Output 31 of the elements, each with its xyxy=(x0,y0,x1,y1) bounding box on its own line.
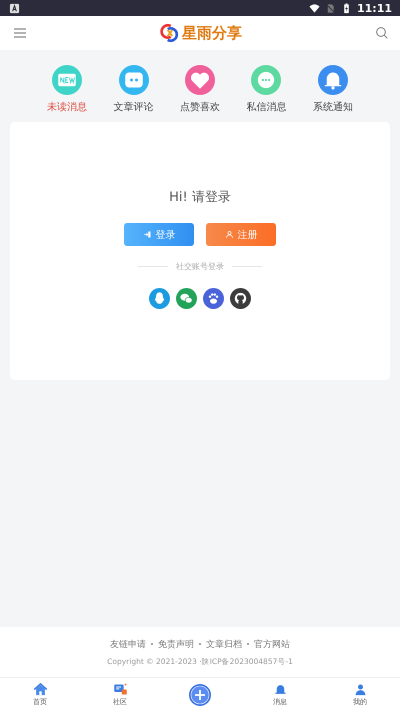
notification-icon xyxy=(9,2,20,14)
wifi-icon xyxy=(308,2,320,14)
paw-icon[interactable] xyxy=(203,288,224,309)
bell-icon[interactable] xyxy=(272,682,288,697)
sim-icon xyxy=(324,2,336,14)
clock: 11:11 xyxy=(356,2,392,14)
shortcut-label[interactable]: 系统通知 xyxy=(312,100,353,114)
penguin-icon[interactable] xyxy=(149,288,170,309)
shortcut-label[interactable]: 未读消息 xyxy=(47,100,88,114)
shortcut-label[interactable]: 私信消息 xyxy=(246,100,286,114)
footer-link[interactable]: 文章归档 xyxy=(206,638,242,650)
shortcut-label[interactable]: 点赞喜欢 xyxy=(180,100,220,114)
house-icon[interactable] xyxy=(32,682,48,697)
logo-text: 星雨分享 xyxy=(182,24,242,42)
sign-in-icon xyxy=(142,230,152,239)
logo-icon xyxy=(160,23,180,43)
bell-icon[interactable] xyxy=(318,65,348,95)
chat-cards-icon[interactable] xyxy=(112,682,128,697)
chat-icon[interactable] xyxy=(118,65,149,95)
greeting: Hi! 请登录 xyxy=(169,189,231,206)
footer-link[interactable]: 免责声明 xyxy=(158,638,194,650)
person-icon xyxy=(224,230,234,239)
person-icon[interactable] xyxy=(352,682,368,697)
social-login-label: 社交账号登录 xyxy=(176,261,224,272)
chat-bubbles-icon[interactable] xyxy=(176,288,197,309)
footer-link[interactable]: 官方网站 xyxy=(254,638,290,650)
add-button[interactable] xyxy=(188,682,212,706)
search-icon[interactable] xyxy=(374,25,390,41)
cat-icon[interactable] xyxy=(230,288,251,309)
shortcut-label[interactable]: 文章评论 xyxy=(114,100,154,114)
footer-link[interactable]: 友链申请 xyxy=(110,638,146,650)
